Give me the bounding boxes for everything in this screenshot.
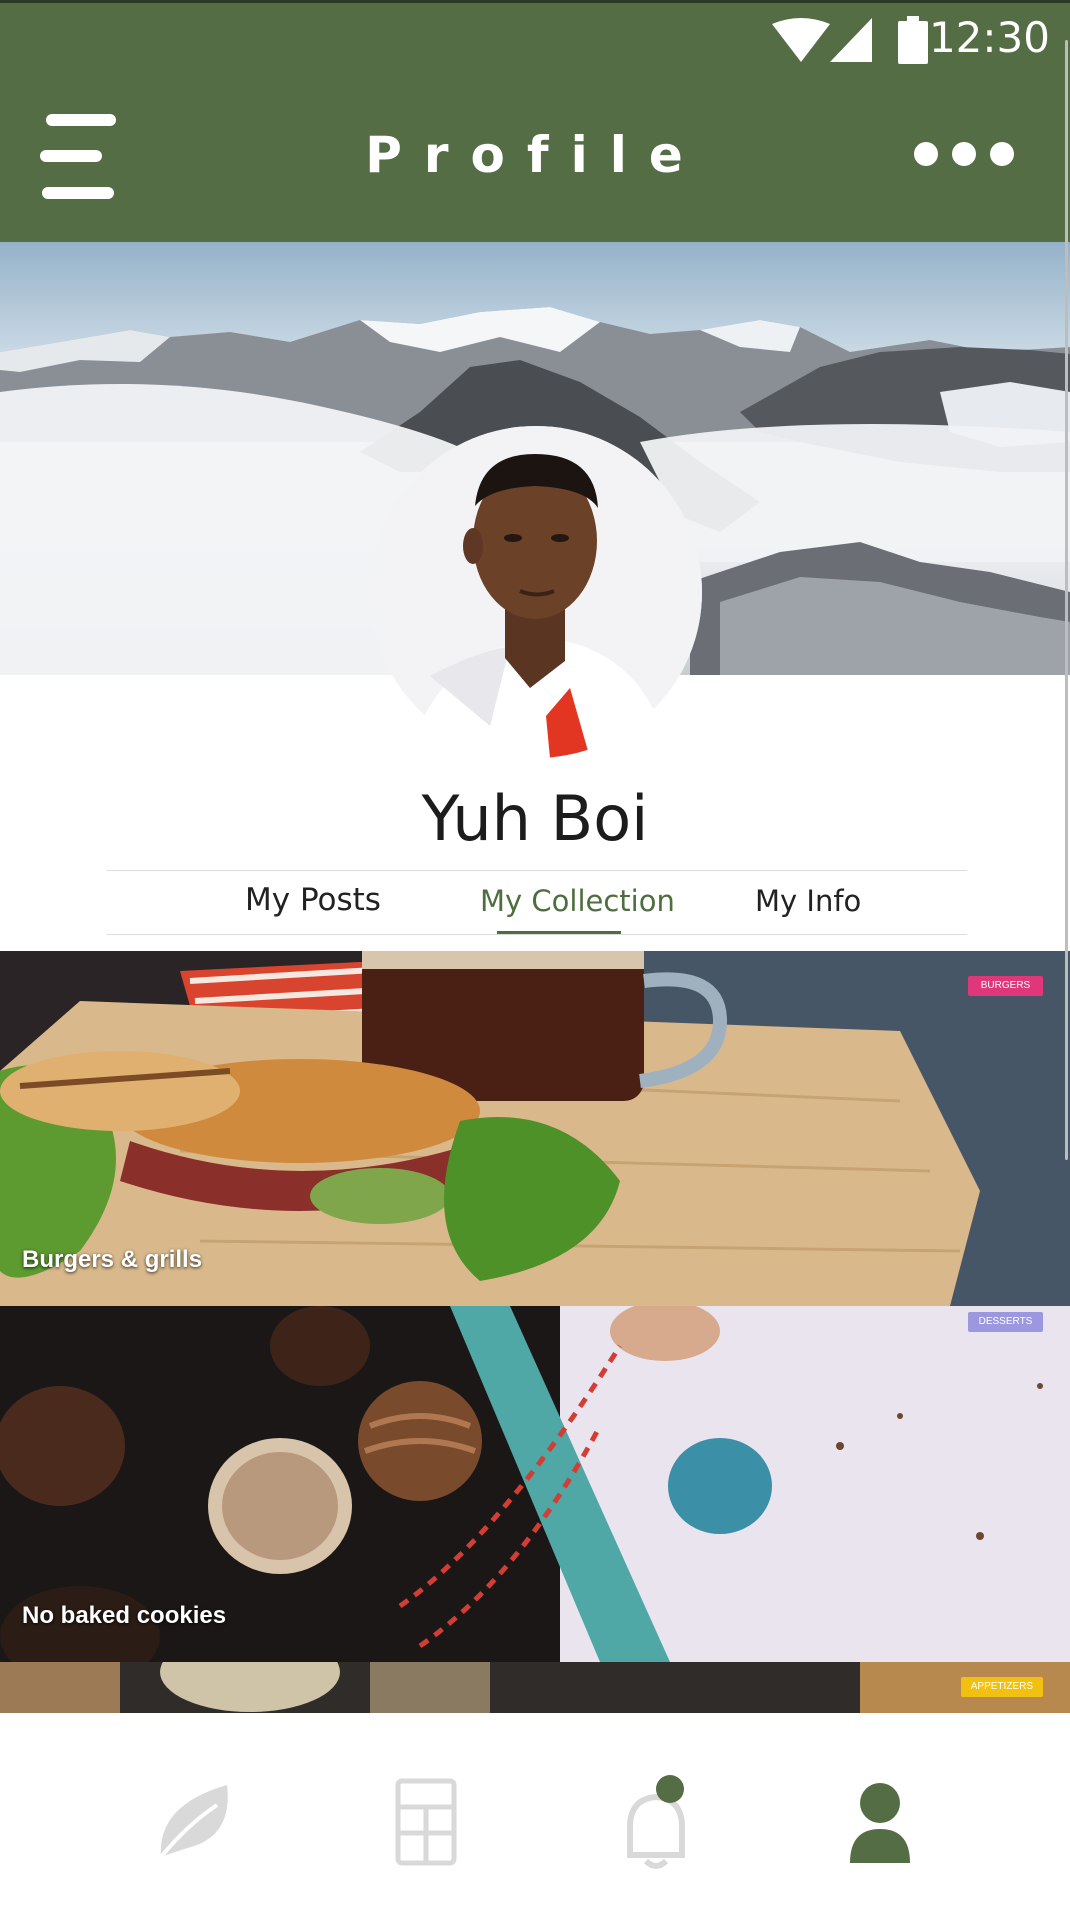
card-title: No baked cookies: [22, 1602, 227, 1629]
collection-card-burgers[interactable]: BURGERS Burgers & grills: [0, 951, 1070, 1306]
tab-my-collection[interactable]: My Collection: [480, 884, 675, 918]
notification-dot: [656, 1775, 684, 1803]
profile-person-icon: [850, 1783, 910, 1863]
scrollbar[interactable]: [1065, 40, 1068, 1160]
notification-bell-icon: [627, 1775, 685, 1869]
category-badge: DESSERTS: [968, 1312, 1043, 1332]
cellular-signal-icon: [830, 18, 872, 62]
nav-notifications[interactable]: [608, 1775, 704, 1871]
nav-profile[interactable]: [832, 1775, 928, 1871]
status-bar: 12:30: [0, 0, 1070, 74]
collection-card-desserts[interactable]: DESSERTS No baked cookies: [0, 1306, 1070, 1662]
nav-home[interactable]: [147, 1775, 243, 1871]
tabs-bottom-divider: [107, 934, 967, 935]
collection-card-appetizers[interactable]: APPETIZERS: [0, 1662, 1070, 1713]
battery-icon: [898, 16, 928, 64]
tabs-top-divider: [107, 870, 967, 871]
tab-my-info[interactable]: My Info: [755, 884, 861, 918]
leaf-icon: [159, 1785, 228, 1859]
category-badge: APPETIZERS: [960, 1677, 1043, 1697]
recipe-book-icon: [395, 1778, 457, 1866]
page-title: Profile: [365, 126, 705, 184]
status-time: 12:30: [928, 13, 1050, 62]
wifi-icon: [772, 18, 830, 62]
bottom-navigation: [0, 1713, 1070, 1906]
tab-my-posts[interactable]: My Posts: [245, 882, 381, 918]
card-title: Burgers & grills: [22, 1246, 203, 1273]
category-badge: BURGERS: [968, 976, 1043, 996]
card-image: [0, 1662, 1070, 1713]
more-options-button[interactable]: [914, 138, 1014, 168]
avatar[interactable]: [370, 426, 702, 758]
profile-name: Yuh Boi: [421, 782, 649, 855]
nav-recipes[interactable]: [380, 1775, 476, 1871]
app-bar: Profile: [0, 74, 1070, 242]
